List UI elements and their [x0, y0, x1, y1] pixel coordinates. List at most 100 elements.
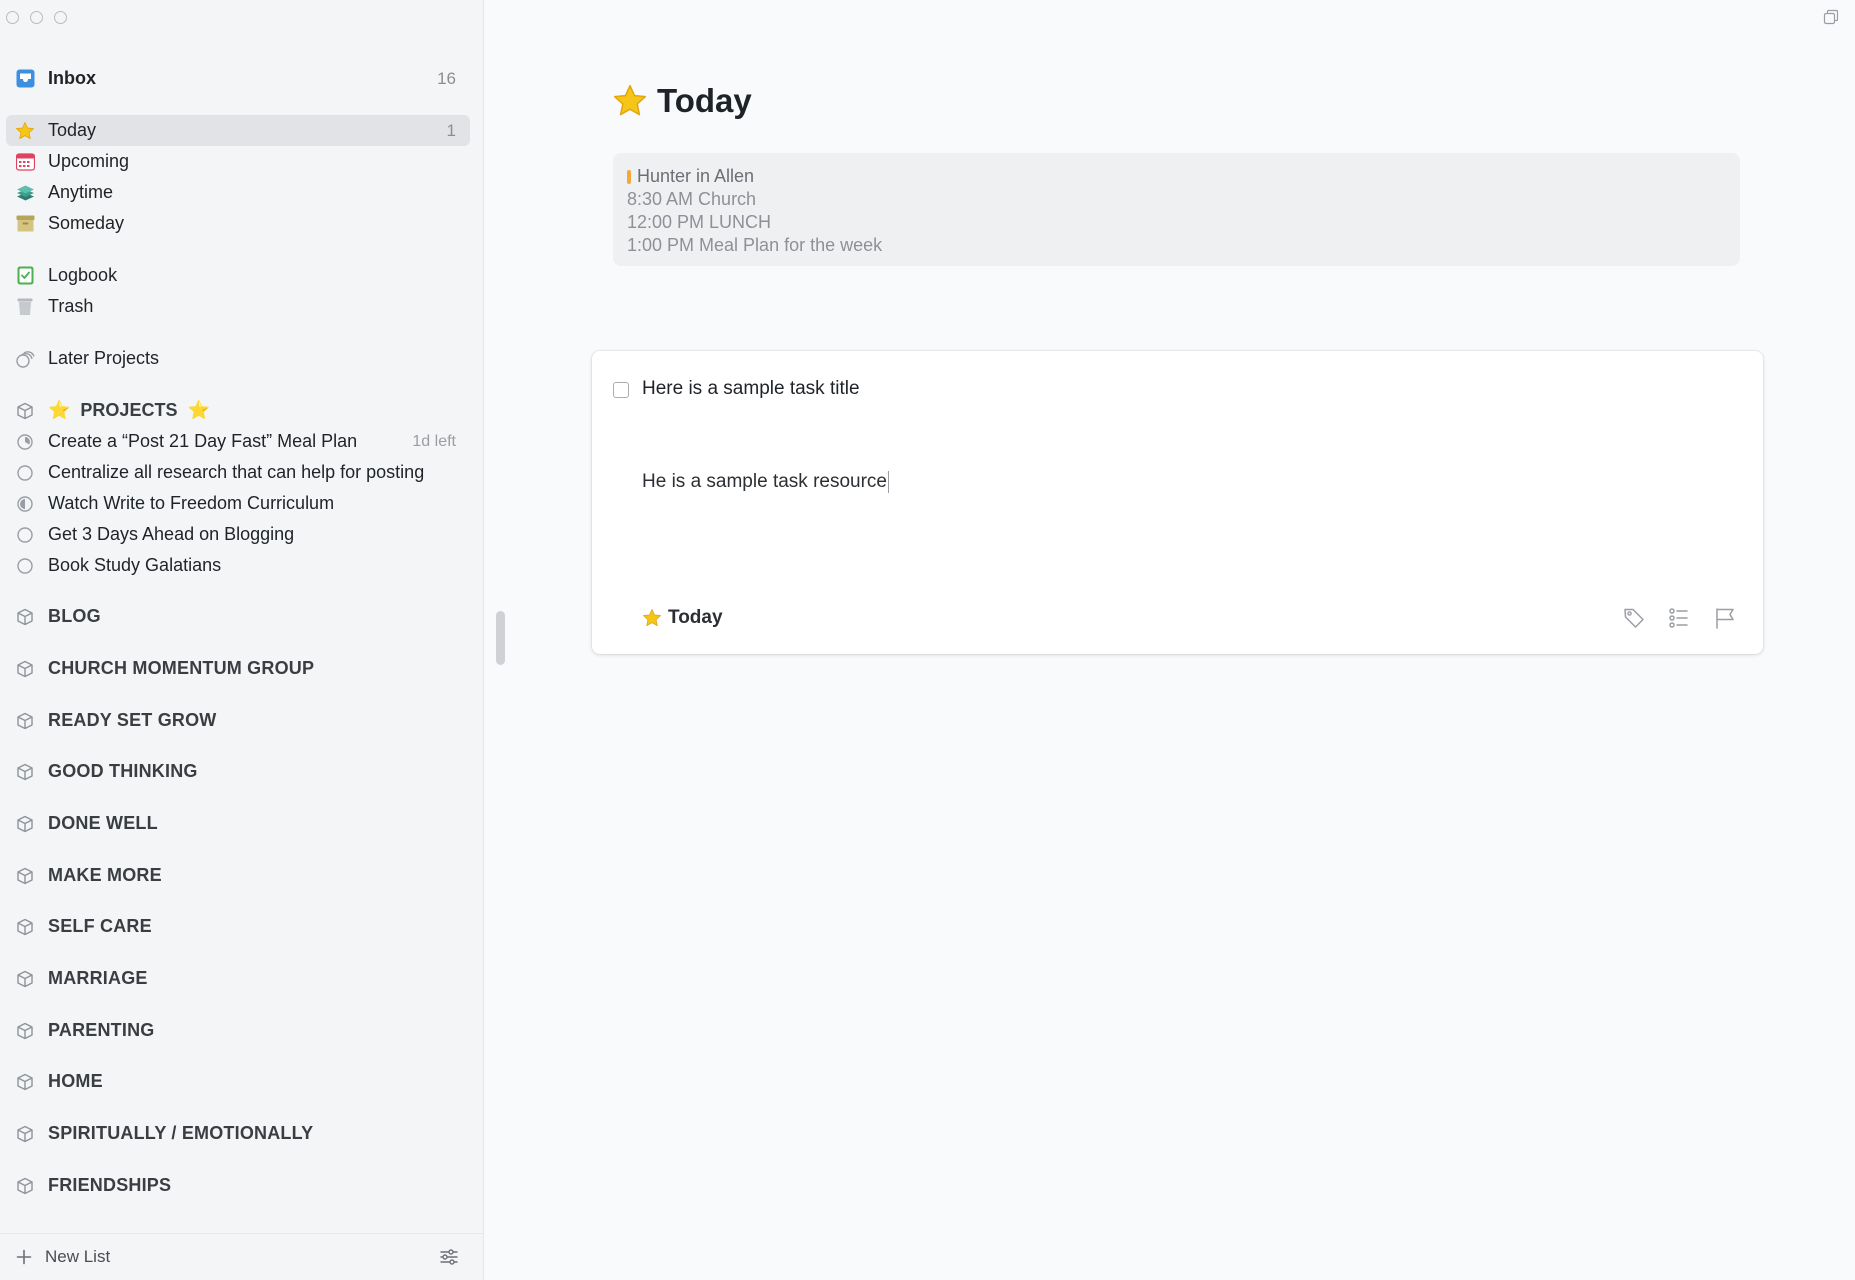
new-list-label: New List	[45, 1247, 111, 1266]
sidebar-area-spiritually-emotionally[interactable]: SPIRITUALLY / EMOTIONALLY	[6, 1118, 470, 1149]
task-editor-card: Here is a sample task title He is a samp…	[592, 351, 1763, 654]
anytime-label: Anytime	[48, 182, 114, 202]
sidebar-area-friendships[interactable]: FRIENDSHIPS	[6, 1170, 470, 1201]
sidebar-item-trash[interactable]: Trash	[6, 291, 470, 322]
cube-icon	[15, 762, 35, 782]
project-progress-icon	[15, 463, 35, 483]
all-day-event-label: Hunter in Allen	[637, 166, 755, 186]
cube-icon	[15, 1124, 35, 1144]
all-day-event: Hunter in Allen	[627, 165, 1726, 188]
someday-label: Someday	[48, 213, 125, 233]
calendar-event: 8:30 AM Church	[627, 189, 757, 209]
project-progress-icon	[15, 556, 35, 576]
sidebar-resize-handle[interactable]	[496, 611, 505, 665]
sidebar-area-marriage[interactable]: MARRIAGE	[6, 963, 470, 994]
sidebar-project-item[interactable]: Get 3 Days Ahead on Blogging	[6, 519, 470, 550]
page-title-label: Today	[657, 82, 752, 119]
area-label: GOOD THINKING	[48, 761, 198, 781]
cube-icon	[15, 659, 35, 679]
cube-icon	[15, 814, 35, 834]
area-label: CHURCH MOMENTUM GROUP	[48, 658, 315, 678]
sidebar-item-logbook[interactable]: Logbook	[6, 260, 470, 291]
logbook-icon	[15, 266, 35, 286]
filter-settings-icon[interactable]	[439, 1247, 459, 1267]
later-projects-icon	[15, 349, 35, 369]
cube-icon	[15, 866, 35, 886]
upcoming-label: Upcoming	[48, 151, 130, 171]
cube-icon	[15, 607, 35, 627]
task-title[interactable]: Here is a sample task title	[642, 378, 860, 400]
area-label: READY SET GROW	[48, 710, 217, 730]
sidebar-project-item[interactable]: Book Study Galatians	[6, 550, 470, 581]
project-progress-icon	[15, 525, 35, 545]
task-notes-text: He is a sample task resource	[642, 471, 887, 493]
calendar-color-bar	[627, 169, 631, 184]
tag-icon[interactable]	[1622, 606, 1646, 630]
area-label: MARRIAGE	[48, 968, 148, 988]
sidebar-item-later-projects[interactable]: Later Projects	[6, 343, 470, 374]
project-label: Book Study Galatians	[48, 555, 222, 575]
zoom-window-button[interactable]	[54, 11, 67, 24]
sidebar-item-anytime[interactable]: Anytime	[6, 177, 470, 208]
cube-icon	[15, 1072, 35, 1092]
cube-icon	[15, 711, 35, 731]
sidebar-item-upcoming[interactable]: Upcoming	[6, 146, 470, 177]
area-label: MAKE MORE	[48, 865, 162, 885]
page-title: Today	[612, 82, 752, 120]
sidebar-area-blog[interactable]: BLOG	[6, 601, 470, 632]
cube-icon	[15, 1176, 35, 1196]
sidebar-area-church-momentum-group[interactable]: CHURCH MOMENTUM GROUP	[6, 653, 470, 684]
sidebar-project-item[interactable]: Watch Write to Freedom Curriculum	[6, 488, 470, 519]
today-count: 1	[446, 120, 456, 140]
cube-icon	[15, 917, 35, 937]
trash-label: Trash	[48, 296, 94, 316]
later-projects-label: Later Projects	[48, 348, 160, 368]
today-label: Today	[48, 120, 97, 140]
task-notes[interactable]: He is a sample task resource	[642, 471, 889, 493]
checklist-icon[interactable]	[1667, 606, 1691, 630]
area-label: SPIRITUALLY / EMOTIONALLY	[48, 1123, 314, 1143]
archive-box-icon	[15, 214, 35, 234]
trash-icon	[15, 297, 35, 317]
inbox-count: 16	[437, 68, 456, 88]
task-when-button[interactable]: Today	[642, 607, 723, 629]
new-window-icon[interactable]	[1823, 9, 1839, 25]
layers-icon	[15, 183, 35, 203]
area-label: SELF CARE	[48, 916, 152, 936]
sidebar-area-self-care[interactable]: SELF CARE	[6, 911, 470, 942]
sidebar-area-projects[interactable]: ⭐️ PROJECTS ⭐️	[6, 395, 470, 426]
calendar-event: 1:00 PM Meal Plan for the week	[627, 235, 883, 255]
project-deadline: 1d left	[412, 432, 456, 450]
new-list-button[interactable]: New List	[16, 1247, 110, 1267]
deadline-flag-icon[interactable]	[1713, 606, 1737, 630]
logbook-label: Logbook	[48, 265, 118, 285]
calendar-icon	[15, 152, 35, 172]
task-checkbox[interactable]	[613, 382, 629, 398]
sidebar-project-item[interactable]: Create a “Post 21 Day Fast” Meal Plan 1d…	[6, 426, 470, 457]
task-when-label: Today	[668, 607, 723, 628]
projects-star-right: ⭐️	[187, 400, 210, 420]
projects-star-left: ⭐️	[48, 400, 71, 420]
inbox-icon	[15, 69, 35, 89]
sidebar-project-item[interactable]: Centralize all research that can help fo…	[6, 457, 470, 488]
projects-area-label: PROJECTS	[80, 400, 178, 420]
sidebar-area-good-thinking[interactable]: GOOD THINKING	[6, 756, 470, 787]
star-icon	[642, 608, 662, 628]
area-label: DONE WELL	[48, 813, 158, 833]
sidebar-item-inbox[interactable]: Inbox 16	[6, 63, 470, 94]
sidebar-item-today[interactable]: Today 1	[6, 115, 470, 146]
sidebar-item-someday[interactable]: Someday	[6, 208, 470, 239]
sidebar-area-ready-set-grow[interactable]: READY SET GROW	[6, 705, 470, 736]
sidebar-area-parenting[interactable]: PARENTING	[6, 1015, 470, 1046]
close-window-button[interactable]	[6, 11, 19, 24]
cube-icon	[15, 401, 35, 421]
sidebar-area-done-well[interactable]: DONE WELL	[6, 808, 470, 839]
sidebar-area-make-more[interactable]: MAKE MORE	[6, 860, 470, 891]
project-progress-icon	[15, 494, 35, 514]
sidebar-area-home[interactable]: HOME	[6, 1066, 470, 1097]
area-label: HOME	[48, 1071, 103, 1091]
minimize-window-button[interactable]	[30, 11, 43, 24]
star-icon	[15, 121, 35, 141]
sidebar: Inbox 16 Today 1 Upcoming Anytime Someda…	[0, 0, 484, 1280]
calendar-events-panel[interactable]: Hunter in Allen 8:30 AM Church 12:00 PM …	[613, 153, 1740, 266]
